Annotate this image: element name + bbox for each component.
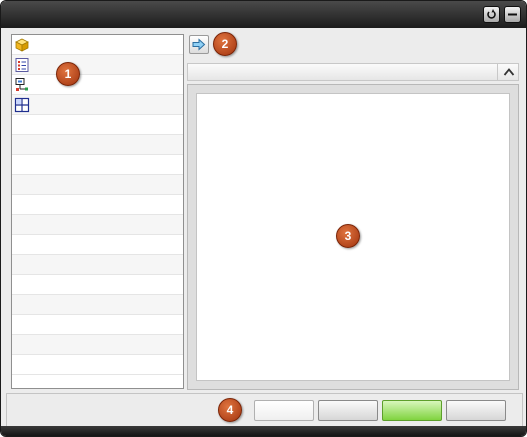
forward-button[interactable] bbox=[189, 35, 209, 54]
collapse-button[interactable] bbox=[497, 63, 519, 81]
callout-badge-2: 2 bbox=[213, 32, 237, 56]
list-item bbox=[12, 355, 183, 375]
restore-button[interactable] bbox=[483, 6, 500, 23]
list-item-checklist[interactable] bbox=[12, 55, 183, 75]
list-item bbox=[12, 255, 183, 275]
panel-header bbox=[187, 63, 519, 81]
list-item-hierarchy[interactable] bbox=[12, 75, 183, 95]
restore-icon bbox=[487, 9, 496, 19]
checklist-icon bbox=[15, 58, 29, 72]
list-item bbox=[12, 215, 183, 235]
bottom-border bbox=[1, 426, 526, 436]
footer-button-4[interactable] bbox=[446, 400, 506, 421]
cube-icon bbox=[15, 38, 29, 52]
list-item bbox=[12, 155, 183, 175]
list-item bbox=[12, 295, 183, 315]
list-item bbox=[12, 195, 183, 215]
list-item bbox=[12, 335, 183, 355]
footer-button-1[interactable] bbox=[254, 400, 314, 421]
list-item bbox=[12, 235, 183, 255]
list-item bbox=[12, 275, 183, 295]
footer-button-primary[interactable] bbox=[382, 400, 442, 421]
list-item bbox=[12, 315, 183, 335]
left-list-panel bbox=[11, 34, 184, 389]
list-item bbox=[12, 175, 183, 195]
minimize-button[interactable] bbox=[504, 6, 521, 23]
callout-badge-4: 4 bbox=[218, 398, 242, 422]
hierarchy-icon bbox=[15, 78, 28, 91]
dialog-window: 1 2 3 4 bbox=[0, 0, 527, 437]
list-item bbox=[12, 115, 183, 135]
minimize-icon bbox=[508, 13, 517, 16]
list-item bbox=[12, 135, 183, 155]
list-item-table[interactable] bbox=[12, 95, 183, 115]
list-item-cube[interactable] bbox=[12, 35, 183, 55]
footer-button-2[interactable] bbox=[318, 400, 378, 421]
callout-badge-1: 1 bbox=[56, 62, 80, 86]
title-bar bbox=[1, 1, 526, 28]
table-grid-icon bbox=[14, 97, 30, 113]
arrow-right-icon bbox=[192, 38, 206, 51]
callout-badge-3: 3 bbox=[336, 224, 360, 248]
chevron-up-icon bbox=[503, 68, 515, 76]
